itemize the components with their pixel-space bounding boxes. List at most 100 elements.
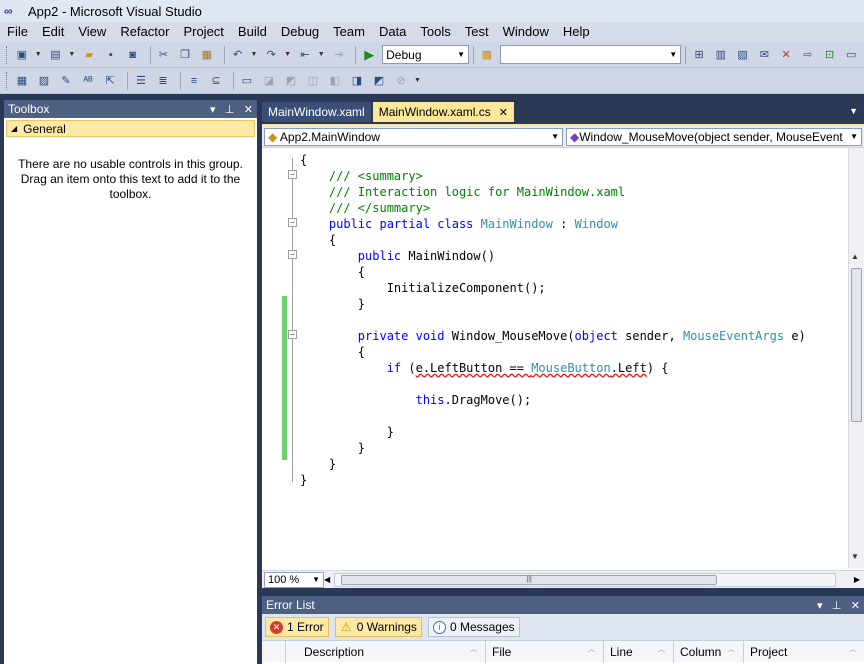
undo-icon[interactable]: ↶ xyxy=(229,46,247,64)
scroll-left-icon[interactable]: ◀ xyxy=(324,575,330,584)
horizontal-scroll-thumb[interactable]: ||| xyxy=(341,574,718,585)
next-bookmark-icon[interactable]: ◩ xyxy=(282,72,300,90)
chevron-down-icon[interactable]: ▼ xyxy=(318,51,326,58)
pin-icon[interactable]: ⊥ xyxy=(225,104,235,116)
code-line[interactable]: InitializeComponent(); xyxy=(300,280,546,296)
code-line[interactable]: public MainWindow() xyxy=(300,248,495,264)
types-dropdown[interactable]: ◆ App2.MainWindow ▼ xyxy=(264,127,563,146)
copy-icon[interactable]: ❐ xyxy=(176,46,194,64)
cut-icon[interactable]: ✂ xyxy=(154,46,172,64)
members-dropdown[interactable]: ◆Window_MouseMove(object sender, MouseEv… xyxy=(566,127,862,146)
scroll-down-icon[interactable]: ▼ xyxy=(851,552,859,561)
collapse-icon[interactable]: − xyxy=(288,330,297,339)
chevron-down-icon[interactable]: ▼ xyxy=(414,77,422,84)
chevron-down-icon[interactable]: ▼ xyxy=(35,51,43,58)
menu-build[interactable]: Build xyxy=(231,22,274,42)
save-icon[interactable]: ▪ xyxy=(102,46,120,64)
navigate-forward-icon[interactable]: ⇥ xyxy=(330,46,348,64)
code-line[interactable]: } xyxy=(300,472,307,488)
code-area[interactable]: − − − − { /// <summary> /// Interaction … xyxy=(262,150,848,570)
tools-icon[interactable]: ✕ xyxy=(777,46,795,64)
comment-out-icon[interactable]: ≡ xyxy=(185,72,203,90)
code-line[interactable]: this.DragMove(); xyxy=(300,392,532,408)
display-word-completion-icon[interactable]: ᴬᴮ xyxy=(79,72,97,90)
previous-bookmark-in-document-icon[interactable]: ◨ xyxy=(348,72,366,90)
vertical-scrollbar[interactable]: ▲ ▼ xyxy=(848,148,864,568)
code-line[interactable]: { xyxy=(300,152,307,168)
menu-team[interactable]: Team xyxy=(326,22,372,42)
chevron-down-icon[interactable]: ▼ xyxy=(284,51,292,58)
menu-debug[interactable]: Debug xyxy=(274,22,326,42)
find-combo[interactable]: ▼ xyxy=(499,45,682,64)
menu-project[interactable]: Project xyxy=(176,22,230,42)
close-icon[interactable]: ✕ xyxy=(499,106,508,119)
collapse-icon[interactable]: − xyxy=(288,170,297,179)
code-line[interactable]: /// <summary> xyxy=(300,168,423,184)
redo-icon[interactable]: ↷ xyxy=(262,46,280,64)
column-icon[interactable] xyxy=(262,640,286,663)
collapse-icon[interactable]: − xyxy=(288,250,297,259)
code-line[interactable]: private void Window_MouseMove(object sen… xyxy=(300,328,806,344)
toolbar-grip[interactable] xyxy=(6,45,9,64)
vertical-scroll-thumb[interactable] xyxy=(851,268,862,422)
display-quick-info-icon[interactable]: ✎ xyxy=(57,72,75,90)
pin-icon[interactable]: ⊥ xyxy=(832,600,842,612)
tab-dropdown-icon[interactable]: ▼ xyxy=(849,106,858,116)
previous-bookmark-icon[interactable]: ◪ xyxy=(260,72,278,90)
code-line[interactable]: /// </summary> xyxy=(300,200,430,216)
save-all-icon[interactable]: ◙ xyxy=(124,46,142,64)
extension-manager-icon[interactable]: ⊡ xyxy=(821,46,839,64)
code-line[interactable]: { xyxy=(300,232,336,248)
code-line[interactable]: if (e.LeftButton == MouseButton.Left) { xyxy=(300,360,669,376)
find-in-files-icon[interactable]: ▩ xyxy=(478,46,496,64)
code-line[interactable]: } xyxy=(300,456,336,472)
scroll-up-icon[interactable]: ▲ xyxy=(851,252,859,261)
solution-configuration-dropdown[interactable]: Debug ▼ xyxy=(382,45,469,64)
menu-view[interactable]: View xyxy=(71,22,113,42)
menu-edit[interactable]: Edit xyxy=(35,22,71,42)
toolbox-group-general[interactable]: ◢ General xyxy=(6,120,255,137)
solution-explorer-icon[interactable]: ⊞ xyxy=(690,46,708,64)
scroll-right-icon[interactable]: ▶ xyxy=(854,575,860,584)
messages-filter-button[interactable]: i 0 Messages xyxy=(427,617,520,637)
tab-mainwindow-xaml[interactable]: MainWindow.xaml xyxy=(262,102,371,122)
code-line[interactable]: /// Interaction logic for MainWindow.xam… xyxy=(300,184,625,200)
chevron-down-icon[interactable]: ▼ xyxy=(250,51,258,58)
previous-bookmark-in-folder-icon[interactable]: ◫ xyxy=(304,72,322,90)
code-line[interactable]: } xyxy=(300,424,394,440)
toolbar-grip[interactable] xyxy=(6,71,9,90)
column-description[interactable]: Description ︿ xyxy=(286,640,486,663)
decrease-indent-icon[interactable]: ⇱ xyxy=(101,72,119,90)
menu-data[interactable]: Data xyxy=(372,22,413,42)
code-line[interactable]: public partial class MainWindow : Window xyxy=(300,216,618,232)
next-bookmark-in-document-icon[interactable]: ◩ xyxy=(370,72,388,90)
paste-icon[interactable]: ▦ xyxy=(198,46,216,64)
errors-filter-button[interactable]: ✕ 1 Error xyxy=(265,617,329,637)
properties-icon[interactable]: ▥ xyxy=(712,46,730,64)
menu-file[interactable]: File xyxy=(0,22,35,42)
new-project-icon[interactable]: ▣ xyxy=(13,46,31,64)
collapse-icon[interactable]: − xyxy=(288,218,297,227)
window-position-icon[interactable]: ▾ xyxy=(210,104,216,116)
menu-window[interactable]: Window xyxy=(496,22,556,42)
increase-indent-icon[interactable]: ☰ xyxy=(132,72,150,90)
horizontal-scrollbar[interactable]: ||| xyxy=(334,572,836,587)
add-item-icon[interactable]: ▤ xyxy=(47,46,65,64)
command-window-icon[interactable]: ▭ xyxy=(842,46,860,64)
code-line[interactable]: { xyxy=(300,264,365,280)
chevron-down-icon[interactable]: ▼ xyxy=(68,51,76,58)
outdent-icon[interactable]: ≣ xyxy=(154,72,172,90)
code-line[interactable]: } xyxy=(300,296,365,312)
close-icon[interactable]: ✕ xyxy=(851,600,860,612)
start-debugging-icon[interactable]: ▶ xyxy=(360,46,378,64)
tab-mainwindow-xaml-cs[interactable]: MainWindow.xaml.cs ✕ xyxy=(372,102,514,122)
column-file[interactable]: File ︿ xyxy=(486,640,604,663)
next-bookmark-in-folder-icon[interactable]: ◧ xyxy=(326,72,344,90)
zoom-dropdown[interactable]: 100 % ▼ xyxy=(264,571,324,588)
clear-bookmarks-icon[interactable]: ⊘ xyxy=(392,72,410,90)
menu-help[interactable]: Help xyxy=(556,22,597,42)
column-project[interactable]: Project ︿ xyxy=(744,641,864,663)
close-icon[interactable]: ✕ xyxy=(244,104,253,116)
uncomment-icon[interactable]: ⊆ xyxy=(207,72,225,90)
warnings-filter-button[interactable]: ⚠ 0 Warnings xyxy=(334,617,422,637)
